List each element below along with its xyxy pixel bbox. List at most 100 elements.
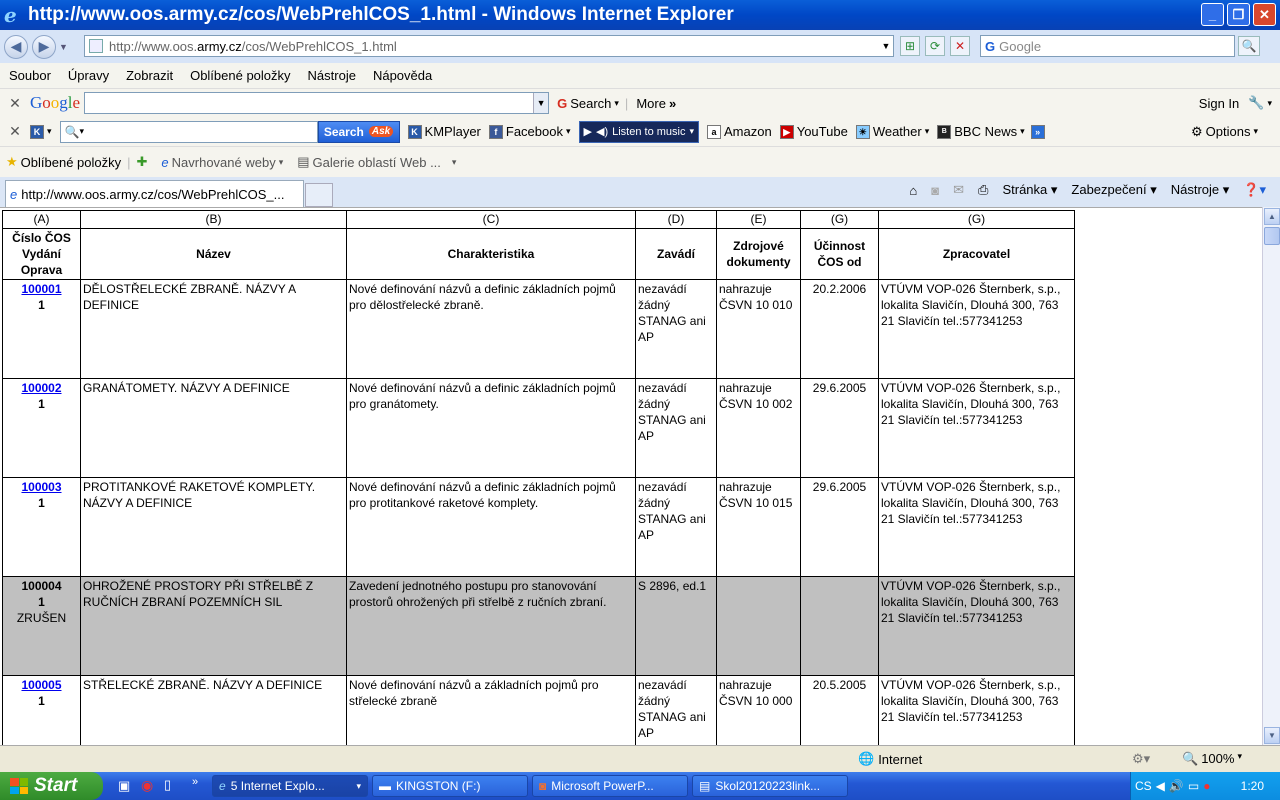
speaker-icon[interactable]: 🔊: [1169, 779, 1184, 793]
close-button[interactable]: ✕: [1253, 3, 1276, 26]
page-menu[interactable]: Stránka ▾: [1002, 182, 1057, 198]
suggested-sites-link[interactable]: e Navrhované weby ▾: [161, 155, 283, 170]
search-go-icon[interactable]: 🔍: [1238, 36, 1260, 56]
cos-link[interactable]: 100005: [21, 678, 61, 692]
protected-mode-icon[interactable]: ⚙▾: [1132, 751, 1150, 767]
kmplayer-icon: K: [407, 124, 422, 139]
scroll-up-icon[interactable]: ▲: [1264, 208, 1280, 225]
ie-small-icon: e: [161, 154, 169, 170]
url-field[interactable]: http://www.oos. army.cz/cos/WebPrehlCOS_1…: [84, 35, 894, 57]
ask-search-input[interactable]: 🔍 ▾: [59, 120, 318, 143]
menu-soubor[interactable]: Soubor: [9, 68, 51, 83]
menu-upravy[interactable]: Úpravy: [68, 68, 109, 83]
taskbar-word[interactable]: ▤ Skol20120223link...: [692, 775, 848, 797]
history-dropdown[interactable]: ▼: [59, 42, 68, 52]
taskbar-ie-group[interactable]: e5 Internet Explo... ▾: [212, 775, 368, 797]
suggested-label: Navrhované weby: [171, 154, 276, 170]
cos-link[interactable]: 100002: [21, 381, 61, 395]
google-search-input[interactable]: ▼: [84, 92, 550, 114]
menu-zobrazit[interactable]: Zobrazit: [126, 68, 173, 83]
quicklaunch-more-icon[interactable]: »: [192, 776, 198, 788]
security-icon[interactable]: ●: [1203, 779, 1210, 793]
cos-link[interactable]: 100003: [21, 480, 61, 494]
taskbar-kingston[interactable]: ▬ KINGSTON (F:): [372, 775, 528, 797]
close-toolbar2-icon[interactable]: ✕: [0, 123, 30, 140]
kmp-icon[interactable]: K: [30, 124, 44, 139]
date-cell: 29.6.2005: [800, 378, 879, 478]
start-label: Start: [34, 775, 78, 796]
youtube-link[interactable]: ▶ YouTube: [779, 124, 848, 139]
edition: 1: [38, 397, 45, 411]
menu-nastroje[interactable]: Nástroje: [308, 68, 356, 83]
compat-icon[interactable]: ⊞: [900, 36, 920, 56]
desc-cell: Zavedení jednotného postupu pro stanovov…: [346, 576, 636, 676]
introduces-cell: nezavádí žádný STANAG ani AP: [635, 675, 717, 745]
quicklaunch-chrome-icon[interactable]: ◉: [141, 777, 153, 794]
quicklaunch-desktop-icon[interactable]: ▣: [118, 778, 130, 794]
favorites-button[interactable]: ★ Oblíbené položky: [6, 154, 121, 170]
ask-search-button[interactable]: Search Ask: [317, 120, 400, 143]
quicklaunch-app-icon[interactable]: ▯: [164, 777, 171, 793]
more-chevron-icon[interactable]: »: [1030, 124, 1045, 139]
add-favorite-icon[interactable]: ✚: [137, 154, 148, 170]
menu-napoveda[interactable]: Nápověda: [373, 68, 432, 83]
close-toolbar-icon[interactable]: ✕: [0, 95, 30, 112]
cos-link[interactable]: 100001: [21, 282, 61, 296]
menu-oblibene[interactable]: Oblíbené položky: [190, 68, 290, 83]
refresh-icon[interactable]: ⟳: [925, 36, 945, 56]
url-path: /cos/WebPrehlCOS_1.html: [241, 38, 397, 54]
minimize-button[interactable]: _: [1201, 3, 1224, 26]
print-icon[interactable]: ⎙: [978, 182, 988, 198]
weather-link[interactable]: ☀ Weather ▾: [855, 124, 929, 139]
google-toolbar: ✕ Google ▼ G Search ▾ | More» Sign In 🔧 ▾: [0, 88, 1280, 117]
google-search-button[interactable]: G Search ▾: [557, 96, 619, 111]
language-indicator[interactable]: CS: [1135, 779, 1152, 793]
search-input[interactable]: G Google: [980, 35, 1235, 57]
sign-in-label: Sign In: [1198, 95, 1240, 111]
ie-icon: e: [4, 3, 17, 27]
col-letter: (C): [346, 210, 636, 229]
col-letter: (D): [635, 210, 717, 229]
web-slice-gallery-link[interactable]: ▤ Galerie oblastí Web ... ▾: [297, 154, 456, 170]
rss-icon[interactable]: ◙: [931, 183, 939, 198]
bbc-icon: B: [937, 124, 952, 139]
system-tray: CS ◀ 🔊 ▭ ● 1:20: [1130, 772, 1280, 800]
favorites-bar: ★ Oblíbené položky | ✚ e Navrhované weby ▾ …: [0, 146, 1280, 177]
amazon-link[interactable]: a Amazon: [707, 124, 772, 139]
more-button[interactable]: More»: [636, 96, 676, 111]
name-cell: GRANÁTOMETY. NÁZVY A DEFINICE: [80, 378, 347, 478]
desc-cell: Nové definování názvů a definic základní…: [346, 378, 636, 478]
scroll-thumb[interactable]: [1264, 227, 1280, 245]
drive-icon: ▬: [379, 779, 391, 793]
chevron-down-icon[interactable]: ▼: [533, 93, 549, 113]
scroll-down-icon[interactable]: ▼: [1264, 727, 1280, 744]
listen-to-music-widget[interactable]: ▶ ◀) Listen to music ▾: [578, 120, 700, 143]
maximize-button[interactable]: ❐: [1227, 3, 1250, 26]
clock: 1:20: [1240, 779, 1264, 793]
network-icon[interactable]: ▭: [1188, 779, 1199, 793]
stop-icon[interactable]: ✕: [950, 36, 970, 56]
facebook-link[interactable]: f Facebook ▾: [488, 124, 571, 139]
zoom-control[interactable]: 🔍 100% ▾: [1182, 751, 1242, 767]
vertical-scrollbar[interactable]: ▲ ▼: [1262, 207, 1280, 745]
tab-current[interactable]: e http://www.oos.army.cz/cos/WebPrehlCOS_…: [5, 180, 304, 207]
security-menu[interactable]: Zabezpečení ▾: [1071, 182, 1156, 198]
forward-button[interactable]: ▶: [32, 34, 56, 59]
sign-in-button[interactable]: Sign In 🔧 ▾: [1199, 95, 1272, 111]
url-dropdown[interactable]: ▼: [879, 36, 893, 56]
kmplayer-link[interactable]: K KMPlayer: [407, 124, 481, 139]
help-icon[interactable]: ❓▾: [1243, 182, 1266, 198]
mail-icon[interactable]: ✉: [953, 182, 964, 198]
tray-arrow-icon[interactable]: ◀: [1156, 779, 1165, 793]
home-icon[interactable]: ⌂: [909, 183, 917, 198]
tools-menu[interactable]: Nástroje ▾: [1171, 182, 1230, 198]
bbc-news-link[interactable]: B BBC News ▾: [937, 124, 1025, 139]
back-button[interactable]: ◀: [4, 34, 28, 59]
start-button[interactable]: Start: [0, 772, 103, 800]
taskbar-powerpoint[interactable]: ◙ Microsoft PowerP...: [532, 775, 688, 797]
new-tab-button[interactable]: [305, 183, 333, 207]
name-cell: DĚLOSTŘELECKÉ ZBRANĚ. NÁZVY A DEFINICE: [80, 279, 347, 379]
options-button[interactable]: ⚙ Options ▾: [1191, 124, 1258, 140]
header-cell: Zdrojové dokumenty: [716, 228, 801, 280]
favorites-label: Oblíbené položky: [20, 154, 122, 170]
